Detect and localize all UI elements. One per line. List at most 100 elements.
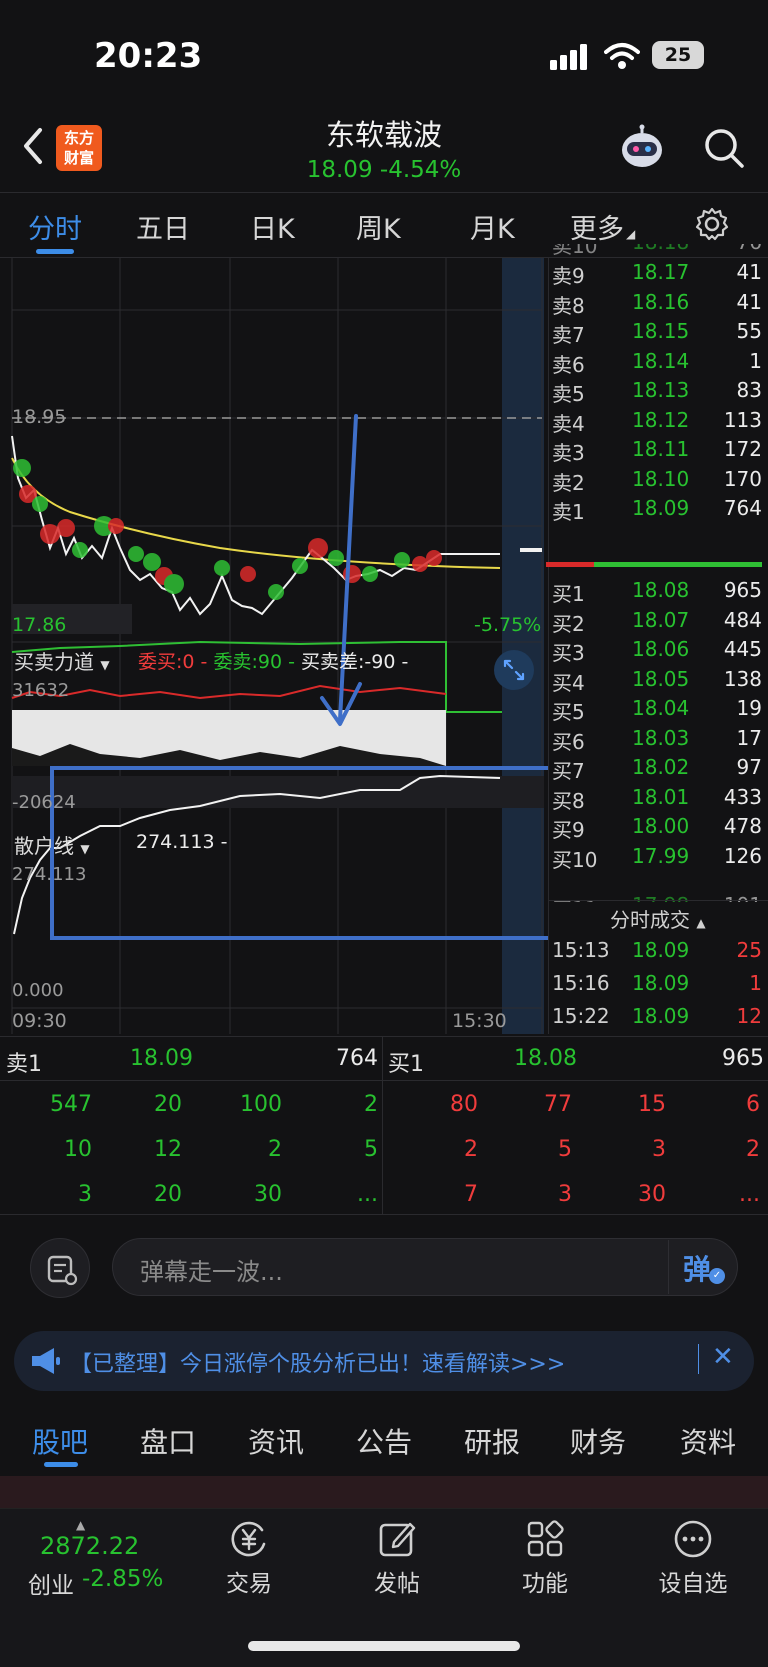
order-price: 18.04 <box>632 696 690 720</box>
tab-finance[interactable]: 财务 <box>570 1421 626 1461</box>
ask-row[interactable]: 卖4 18.12 113 <box>552 408 762 439</box>
ask-row[interactable]: 卖3 18.11 172 <box>552 437 762 468</box>
indicator2-name: 散户线 <box>14 834 74 858</box>
bid-row[interactable]: 买9 18.00 478 <box>552 814 762 845</box>
tab-news[interactable]: 资讯 <box>248 1421 304 1461</box>
tab-five-day[interactable]: 五日 <box>136 207 190 246</box>
tab-weekly-k[interactable]: 周K <box>356 207 401 246</box>
gear-icon[interactable] <box>694 206 730 242</box>
nav-functions[interactable]: 功能 <box>500 1514 590 1604</box>
order-price: 18.02 <box>632 755 690 779</box>
bid-row[interactable]: 买7 18.02 97 <box>552 755 762 786</box>
bid-row[interactable]: 买2 18.07 484 <box>552 608 762 639</box>
close-icon[interactable]: ✕ <box>712 1342 734 1372</box>
bullet-send-button[interactable]: 弹 ✓ <box>668 1240 738 1294</box>
expand-icon[interactable] <box>494 650 534 690</box>
nav-functions-label: 功能 <box>522 1571 568 1597</box>
logo-line2: 财富 <box>63 149 94 167</box>
search-icon[interactable] <box>702 126 746 170</box>
order-price: 18.11 <box>632 437 690 461</box>
grid-icon <box>527 1520 564 1557</box>
yen-icon <box>231 1521 266 1557</box>
ask-row[interactable]: 卖5 18.13 83 <box>552 378 762 409</box>
bid-row[interactable]: 买4 18.05 138 <box>552 667 762 698</box>
depth-cell: 80 <box>450 1092 478 1117</box>
ask-row[interactable]: 卖9 18.17 41 <box>552 260 762 291</box>
indicator1-bottom-value: -20624 <box>12 792 76 813</box>
depth-cell: 100 <box>240 1092 282 1117</box>
indicator1-selector[interactable]: 买卖力道 ▼ <box>14 646 110 675</box>
depth-top-divider <box>0 1036 768 1037</box>
index-name: 创业 <box>28 1573 74 1599</box>
indicator2-value-text: 274.113 <box>136 831 215 853</box>
back-icon[interactable] <box>18 126 48 166</box>
depth-bid-volume: 965 <box>722 1046 764 1071</box>
bid-row[interactable]: 买1 18.08 965 <box>552 578 762 609</box>
depth-cell: 3 <box>78 1182 92 1207</box>
trade-time: 15:16 <box>552 971 610 995</box>
nav-watchlist[interactable]: 设自选 <box>648 1514 738 1604</box>
order-price: 18.14 <box>632 348 690 373</box>
caret-up-icon: ▲ <box>696 916 706 930</box>
order-price: 18.06 <box>632 637 690 661</box>
order-volume: 138 <box>723 666 762 691</box>
feed-preview-strip <box>0 1476 768 1508</box>
bullet-settings-button[interactable] <box>30 1238 90 1298</box>
order-volume: 445 <box>723 637 762 661</box>
bid-row[interactable]: 买8 18.01 433 <box>552 785 762 816</box>
ask-row[interactable]: 卖8 18.16 41 <box>552 290 762 321</box>
tab-more[interactable]: 更多 ◢ <box>570 207 635 246</box>
more-circle-icon <box>674 1520 712 1558</box>
indicator2-selector[interactable]: 散户线 ▼ <box>14 830 90 859</box>
index-ticker[interactable]: ▲ 2872.22 创业 -2.85% <box>20 1518 170 1599</box>
ask-row[interactable]: 卖1 18.09 764 <box>552 496 762 527</box>
order-volume: 55 <box>736 319 762 343</box>
ask-bid-bar-red <box>546 562 594 567</box>
order-volume: 172 <box>723 437 762 461</box>
tab-profile[interactable]: 资料 <box>680 1421 736 1461</box>
depth-cell: 77 <box>544 1092 572 1117</box>
tab-announcements[interactable]: 公告 <box>356 1421 412 1461</box>
trade-row: 15:16 18.09 1 <box>552 971 762 1002</box>
order-volume: 764 <box>723 496 762 520</box>
order-label: 卖6 <box>552 352 585 377</box>
depth-ask-label: 卖1 <box>6 1052 42 1077</box>
tab-intraday[interactable]: 分时 <box>28 207 82 246</box>
trades-header[interactable]: 分时成交 ▲ <box>610 904 706 933</box>
status-time: 20:23 <box>94 36 203 76</box>
depth-cell: 3 <box>558 1182 572 1207</box>
ask-row[interactable]: 卖7 18.15 55 <box>552 319 762 350</box>
trade-row: 15:13 18.09 25 <box>552 938 762 969</box>
order-price: 18.16 <box>632 289 690 314</box>
order-price: 18.00 <box>632 814 690 838</box>
order-book-divider <box>548 258 549 1034</box>
ask-row[interactable]: 卖2 18.10 170 <box>552 467 762 498</box>
caret-down-icon: ▼ <box>100 658 110 672</box>
order-volume: 170 <box>723 466 762 491</box>
signal-dots <box>13 459 442 600</box>
tab-daily-k[interactable]: 日K <box>250 207 295 246</box>
bid-row[interactable]: 买6 18.03 17 <box>552 726 762 757</box>
tab-research[interactable]: 研报 <box>464 1421 520 1461</box>
order-diff-dash: - <box>401 651 409 673</box>
tab-pankou[interactable]: 盘口 <box>140 1421 196 1461</box>
order-label: 买4 <box>552 670 585 695</box>
order-label: 卖8 <box>552 293 585 318</box>
ask-row[interactable]: 卖6 18.14 1 <box>552 349 762 380</box>
bid-row[interactable]: 买5 18.04 19 <box>552 696 762 727</box>
low-pct-label: -5.75% <box>474 614 542 636</box>
nav-trade[interactable]: 交易 <box>204 1514 294 1604</box>
robot-assistant-icon[interactable] <box>618 124 666 172</box>
depth-cell: 5 <box>364 1137 378 1162</box>
order-price: 18.05 <box>632 666 690 691</box>
edit-icon <box>379 1522 416 1557</box>
nav-post[interactable]: 发帖 <box>352 1514 442 1604</box>
depth-cell: 30 <box>638 1182 666 1207</box>
order-label: 买7 <box>552 759 585 783</box>
bid-row[interactable]: 买10 17.99 126 <box>552 844 762 875</box>
indicator1-name: 买卖力道 <box>14 650 94 674</box>
tab-monthly-k[interactable]: 月K <box>470 207 515 246</box>
tab-guba[interactable]: 股吧 <box>32 1421 88 1461</box>
bid-row[interactable]: 买3 18.06 445 <box>552 637 762 668</box>
notice-text: 【已整理】今日涨停个股分析已出！速看解读>>> <box>70 1352 566 1377</box>
